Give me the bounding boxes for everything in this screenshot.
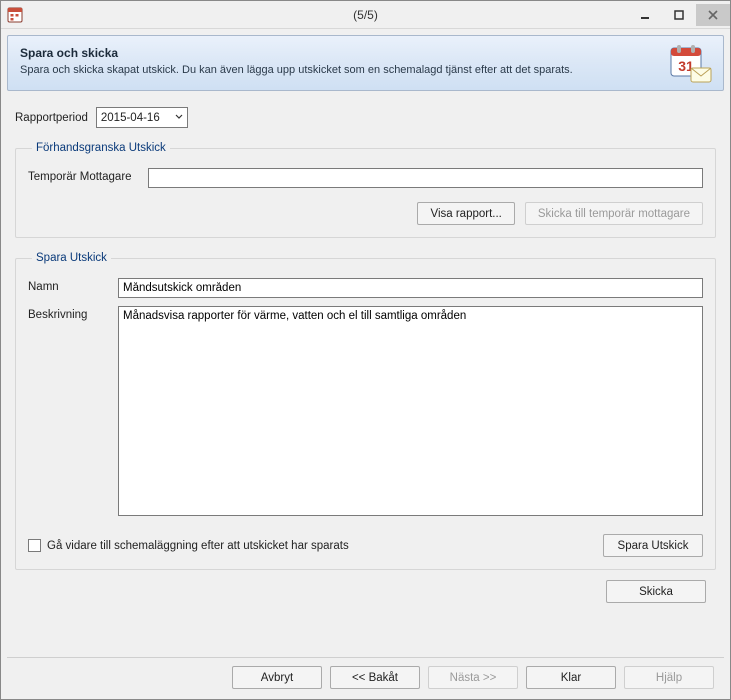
temp-recipient-input[interactable]	[148, 168, 703, 188]
window-title: (5/5)	[1, 8, 730, 22]
finish-button[interactable]: Klar	[526, 666, 616, 689]
checkbox-box	[28, 539, 41, 552]
show-report-button[interactable]: Visa rapport...	[417, 202, 514, 225]
header-panel: Spara och skicka Spara och skicka skapat…	[7, 35, 724, 91]
schedule-after-save-checkbox[interactable]: Gå vidare till schemaläggning efter att …	[28, 539, 349, 552]
footer-buttons: Avbryt << Bakåt Nästa >> Klar Hjälp	[7, 658, 724, 699]
titlebar: (5/5)	[1, 1, 730, 29]
schedule-checkbox-label: Gå vidare till schemaläggning efter att …	[47, 540, 349, 552]
description-textarea[interactable]	[118, 306, 703, 516]
close-button[interactable]	[696, 4, 730, 26]
report-period-select[interactable]: 2015-04-16	[96, 107, 188, 128]
help-button: Hjälp	[624, 666, 714, 689]
maximize-button[interactable]	[662, 4, 696, 26]
name-label: Namn	[28, 278, 108, 293]
report-period-value: 2015-04-16	[101, 112, 160, 124]
description-label: Beskrivning	[28, 306, 108, 321]
temp-recipient-label: Temporär Mottagare	[28, 168, 138, 183]
save-group: Spara Utskick Namn Beskrivning Gå vidare…	[15, 252, 716, 570]
send-temp-recipient-button: Skicka till temporär mottagare	[525, 202, 703, 225]
report-period-row: Rapportperiod 2015-04-16	[7, 107, 724, 128]
dialog-content: Spara och skicka Spara och skicka skapat…	[1, 29, 730, 699]
report-period-label: Rapportperiod	[15, 112, 88, 124]
preview-group: Förhandsgranska Utskick Temporär Mottaga…	[15, 142, 716, 238]
send-row: Skicka	[7, 570, 724, 607]
cancel-button[interactable]: Avbryt	[232, 666, 322, 689]
header-title: Spara och skicka	[20, 46, 711, 60]
save-group-legend: Spara Utskick	[32, 252, 111, 264]
app-icon	[7, 7, 23, 23]
back-button[interactable]: << Bakåt	[330, 666, 420, 689]
header-description: Spara och skicka skapat utskick. Du kan …	[20, 64, 711, 76]
minimize-button[interactable]	[628, 4, 662, 26]
window-controls	[628, 4, 730, 26]
name-input[interactable]	[118, 278, 703, 298]
next-button: Nästa >>	[428, 666, 518, 689]
chevron-down-icon	[175, 112, 183, 124]
calendar-mail-icon: 31	[669, 44, 713, 87]
send-button[interactable]: Skicka	[606, 580, 706, 603]
preview-group-legend: Förhandsgranska Utskick	[32, 142, 170, 154]
save-dispatch-button[interactable]: Spara Utskick	[603, 534, 703, 557]
dialog-window: (5/5) Spara och skicka Spara och skicka …	[0, 0, 731, 700]
